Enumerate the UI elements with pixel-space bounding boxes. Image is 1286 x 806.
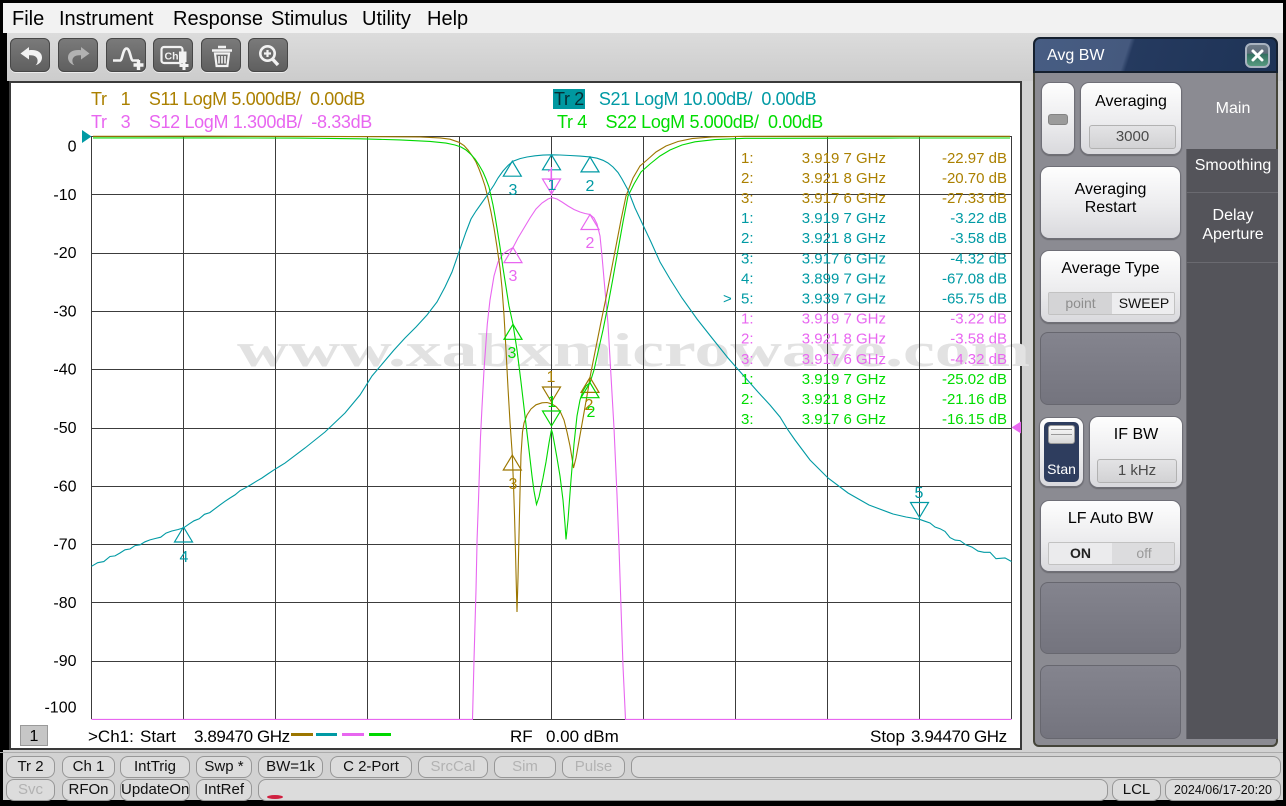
svg-text:3.921 8 GHz: 3.921 8 GHz	[802, 391, 886, 408]
svg-text:-3.58 dB: -3.58 dB	[950, 331, 1007, 348]
svg-text:4:: 4:	[741, 270, 754, 287]
svg-text:3.917 6 GHz: 3.917 6 GHz	[802, 190, 886, 207]
svg-text:1:: 1:	[741, 210, 754, 227]
svg-text:3.917 6 GHz: 3.917 6 GHz	[802, 250, 886, 267]
svg-text:5:: 5:	[741, 291, 754, 308]
svg-text:-10: -10	[53, 187, 76, 204]
svg-text:-90: -90	[53, 653, 76, 670]
svg-text:-20.70 dB: -20.70 dB	[942, 170, 1007, 187]
svg-text:3.921 8 GHz: 3.921 8 GHz	[802, 331, 886, 348]
svg-text:2: 2	[586, 178, 595, 195]
svg-text:-4.32 dB: -4.32 dB	[950, 250, 1007, 267]
svg-text:-20: -20	[53, 245, 76, 262]
svg-text:-27.33 dB: -27.33 dB	[942, 190, 1007, 207]
svg-text:1:: 1:	[741, 371, 754, 388]
svg-text:3.919 7 GHz: 3.919 7 GHz	[802, 150, 886, 167]
svg-text:-65.75 dB: -65.75 dB	[942, 291, 1007, 308]
svg-text:-100: -100	[44, 700, 76, 717]
svg-text:3:: 3:	[741, 190, 754, 207]
svg-text:5: 5	[915, 485, 924, 502]
svg-text:2: 2	[587, 404, 596, 421]
svg-text:1: 1	[547, 167, 556, 184]
svg-text:4: 4	[180, 549, 189, 566]
svg-text:3: 3	[509, 476, 518, 493]
svg-text:1:: 1:	[741, 150, 754, 167]
svg-text:2:: 2:	[741, 170, 754, 187]
svg-text:3:: 3:	[741, 351, 754, 368]
svg-text:1:: 1:	[741, 311, 754, 328]
svg-text:2:: 2:	[741, 230, 754, 247]
svg-text:3.919 7 GHz: 3.919 7 GHz	[802, 210, 886, 227]
svg-text:3.917 6 GHz: 3.917 6 GHz	[802, 351, 886, 368]
svg-text:>: >	[723, 291, 732, 308]
svg-text:-25.02 dB: -25.02 dB	[942, 371, 1007, 388]
svg-text:-50: -50	[53, 420, 76, 437]
svg-text:-40: -40	[53, 362, 76, 379]
svg-text:3.899 7 GHz: 3.899 7 GHz	[802, 270, 886, 287]
svg-text:-21.16 dB: -21.16 dB	[942, 391, 1007, 408]
svg-text:2:: 2:	[741, 331, 754, 348]
svg-text:-60: -60	[53, 478, 76, 495]
svg-text:-67.08 dB: -67.08 dB	[942, 270, 1007, 287]
svg-text:3.919 7 GHz: 3.919 7 GHz	[802, 371, 886, 388]
svg-text:-4.32 dB: -4.32 dB	[950, 351, 1007, 368]
svg-text:-3.58 dB: -3.58 dB	[950, 230, 1007, 247]
svg-text:0: 0	[68, 139, 77, 156]
svg-text:-16.15 dB: -16.15 dB	[942, 411, 1007, 428]
svg-text:-80: -80	[53, 595, 76, 612]
svg-text:3.939 7 GHz: 3.939 7 GHz	[802, 291, 886, 308]
svg-text:-3.22 dB: -3.22 dB	[950, 311, 1007, 328]
svg-text:3.917 6 GHz: 3.917 6 GHz	[802, 411, 886, 428]
svg-text:3:: 3:	[741, 411, 754, 428]
svg-text:1: 1	[548, 394, 557, 411]
svg-text:3: 3	[508, 345, 517, 362]
svg-text:3: 3	[509, 268, 518, 285]
svg-text:-3.22 dB: -3.22 dB	[950, 210, 1007, 227]
svg-text:2:: 2:	[741, 391, 754, 408]
svg-text:3.921 8 GHz: 3.921 8 GHz	[802, 170, 886, 187]
svg-text:-22.97 dB: -22.97 dB	[942, 150, 1007, 167]
svg-text:-30: -30	[53, 303, 76, 320]
svg-text:3.919 7 GHz: 3.919 7 GHz	[802, 311, 886, 328]
svg-text:2: 2	[586, 235, 595, 252]
svg-text:3.921 8 GHz: 3.921 8 GHz	[802, 230, 886, 247]
svg-text:3:: 3:	[741, 250, 754, 267]
svg-text:-70: -70	[53, 537, 76, 554]
svg-text:1: 1	[547, 369, 556, 386]
svg-text:3: 3	[509, 182, 518, 199]
